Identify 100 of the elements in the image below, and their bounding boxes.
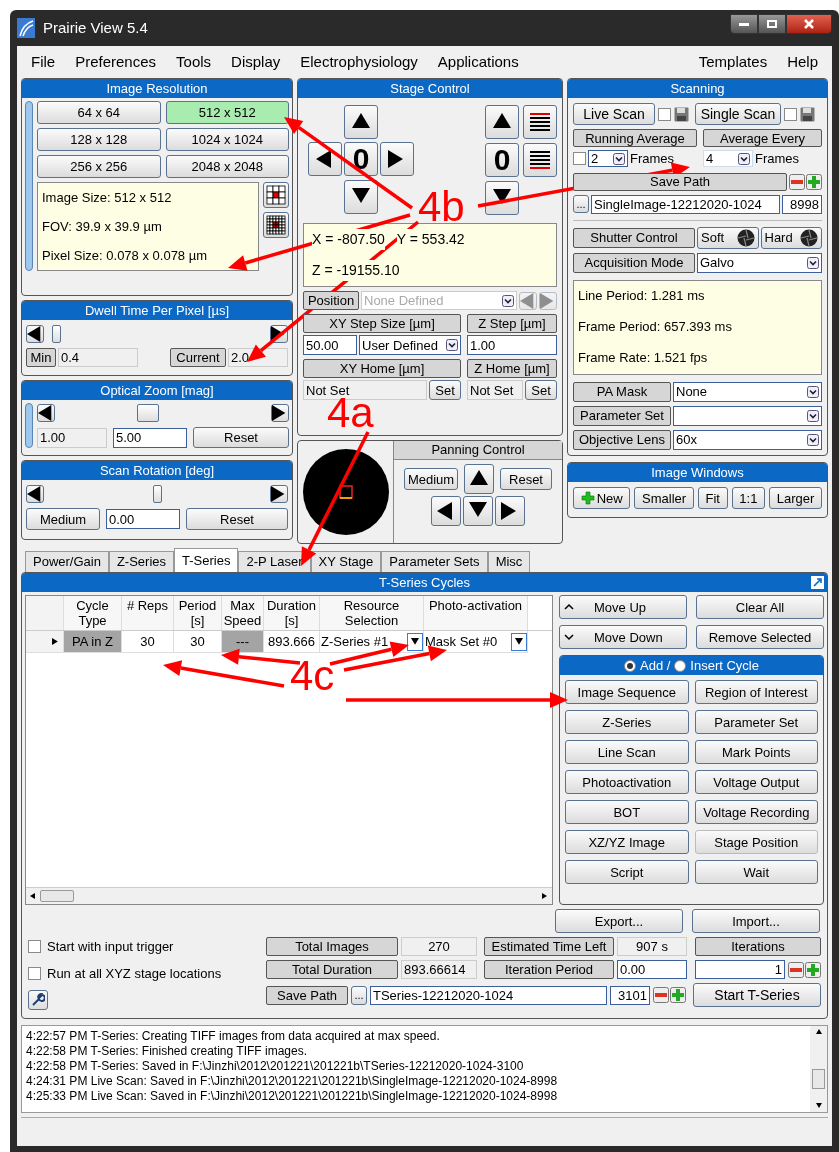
import-button[interactable]: Import...: [692, 909, 820, 933]
frames-dropdown[interactable]: 2: [588, 150, 628, 168]
arrow-button[interactable]: [431, 496, 461, 526]
reset-button[interactable]: Reset: [193, 427, 289, 448]
tab[interactable]: Misc: [487, 551, 531, 572]
scrollbar-thumb[interactable]: [40, 890, 74, 902]
plus-icon[interactable]: [670, 987, 686, 1003]
close-button[interactable]: [786, 14, 832, 34]
browse-button[interactable]: ...: [573, 195, 589, 213]
arrow-button[interactable]: [271, 404, 289, 422]
zero-button[interactable]: 0: [344, 142, 378, 177]
file-number-field[interactable]: 8998: [782, 194, 822, 214]
vertical-scrollbar[interactable]: [810, 1026, 827, 1112]
cycle-button[interactable]: Image Sequence: [565, 680, 689, 704]
arrow-button[interactable]: [485, 181, 519, 215]
z-step-field[interactable]: 1.00: [467, 335, 557, 355]
cycle-button[interactable]: XZ/YZ Image: [565, 830, 689, 854]
slider-thumb[interactable]: [152, 485, 162, 503]
remove-selected-button[interactable]: Remove Selected: [696, 625, 824, 649]
resolution-button[interactable]: 64 x 64: [37, 101, 161, 124]
select-dropdown[interactable]: 60x: [673, 429, 822, 450]
live-scan-button[interactable]: Live Scan: [573, 103, 655, 125]
cycle-button[interactable]: Mark Points: [694, 740, 818, 764]
set-button[interactable]: Set: [525, 380, 557, 400]
cycle-button[interactable]: Wait: [694, 860, 818, 884]
rotation-field[interactable]: 0.00: [106, 509, 180, 529]
minimize-button[interactable]: [730, 14, 758, 34]
iterations-field[interactable]: 1: [695, 960, 785, 979]
slider-thumb[interactable]: [137, 404, 160, 422]
image-window-button[interactable]: Fit: [697, 487, 728, 509]
cycle-button[interactable]: Voltage Output: [694, 770, 818, 794]
plus-icon[interactable]: [806, 173, 822, 190]
xy-step-field[interactable]: 50.00: [303, 335, 357, 355]
minus-icon[interactable]: [789, 173, 805, 190]
checkbox[interactable]: [573, 152, 586, 166]
resolution-button[interactable]: 256 x 256: [37, 155, 161, 178]
checkbox[interactable]: [28, 940, 41, 954]
arrow-button[interactable]: [344, 179, 378, 214]
arrow-button[interactable]: [464, 464, 494, 494]
save-path-field[interactable]: SingleImage-12212020-1024: [591, 194, 780, 214]
resolution-button[interactable]: 2048 x 2048: [165, 155, 289, 178]
image-window-button[interactable]: 1:1: [731, 487, 766, 509]
set-button[interactable]: Set: [429, 380, 461, 400]
minus-icon[interactable]: [653, 987, 669, 1003]
menu-item[interactable]: Tools: [166, 50, 222, 74]
arrow-button[interactable]: [26, 325, 44, 343]
tab[interactable]: Power/Gain: [25, 551, 109, 572]
total-images-value[interactable]: 270: [401, 937, 477, 956]
frames-dropdown[interactable]: 4: [703, 150, 753, 168]
checkbox[interactable]: [784, 107, 797, 121]
tab[interactable]: Z-Series: [108, 551, 175, 572]
resolution-button[interactable]: 128 x 128: [37, 128, 161, 151]
acquisition-mode-dropdown[interactable]: Galvo: [697, 252, 822, 273]
checkbox[interactable]: [28, 966, 41, 980]
maximize-button[interactable]: [758, 14, 786, 34]
menu-item[interactable]: Applications: [427, 50, 529, 74]
speed-button[interactable]: Medium: [26, 508, 100, 530]
arrow-button[interactable]: [37, 404, 55, 422]
minus-icon[interactable]: [788, 961, 804, 978]
arrow-button[interactable]: [26, 485, 44, 503]
plus-icon[interactable]: [805, 961, 821, 978]
menu-item[interactable]: Display: [221, 50, 291, 74]
export-button[interactable]: Export...: [555, 909, 683, 933]
browse-button[interactable]: ...: [351, 985, 367, 1005]
cycle-button[interactable]: Line Scan: [565, 740, 689, 764]
iteration-period-field[interactable]: 0.00: [617, 960, 687, 979]
reset-button[interactable]: Reset: [186, 508, 288, 530]
tab[interactable]: Parameter Sets: [381, 551, 488, 572]
single-scan-button[interactable]: Single Scan: [695, 103, 781, 125]
tab[interactable]: XY Stage: [310, 551, 382, 572]
soft-shutter-button[interactable]: Soft: [697, 226, 759, 249]
min-field[interactable]: 1.00: [37, 427, 107, 448]
menu-item[interactable]: File: [21, 50, 66, 74]
arrow-button[interactable]: [485, 105, 519, 139]
grid-button[interactable]: [263, 212, 289, 238]
arrow-button[interactable]: [495, 496, 525, 526]
total-duration-value[interactable]: 893.66614: [401, 960, 477, 979]
cycle-button[interactable]: Z-Series: [565, 710, 689, 734]
arrow-button[interactable]: [270, 485, 288, 503]
menu-item[interactable]: Help: [777, 50, 828, 74]
file-number-field[interactable]: 3101: [610, 985, 650, 1005]
radio-button[interactable]: [624, 659, 636, 672]
cycle-button[interactable]: Voltage Recording: [694, 800, 818, 824]
resolution-button[interactable]: 512 x 512: [165, 101, 289, 124]
cycle-button[interactable]: Region of Interest: [694, 680, 818, 704]
move-up-button[interactable]: Move Up: [559, 595, 687, 619]
cycle-button[interactable]: Parameter Set: [694, 710, 818, 734]
grid-button[interactable]: [263, 182, 289, 208]
z-home-field[interactable]: Not Set: [467, 380, 523, 400]
horizontal-scrollbar[interactable]: [26, 887, 552, 904]
estimated-time-value[interactable]: 907 s: [617, 937, 687, 956]
cycle-button[interactable]: Photoactivation: [565, 770, 689, 794]
checkbox[interactable]: [658, 107, 671, 121]
menu-item[interactable]: Electrophysiology: [290, 50, 428, 74]
scrollbar-thumb[interactable]: [812, 1069, 825, 1089]
arrow-button[interactable]: [308, 142, 342, 177]
start-t-series-button[interactable]: Start T-Series: [693, 983, 821, 1007]
radio-button[interactable]: [674, 659, 687, 672]
image-window-button[interactable]: Larger: [769, 487, 822, 509]
menu-item[interactable]: Templates: [688, 50, 778, 74]
